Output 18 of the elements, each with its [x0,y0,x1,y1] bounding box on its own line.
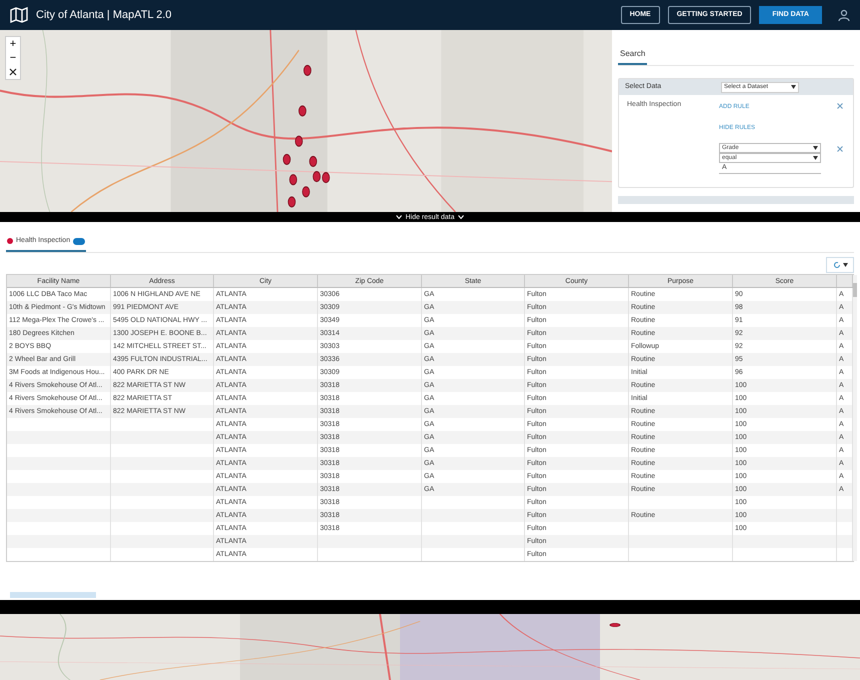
refresh-menu-button[interactable] [826,256,854,272]
app-title: City of Atlanta | MapATL 2.0 [36,8,172,23]
close-icon[interactable] [837,103,843,109]
close-icon[interactable] [837,146,843,152]
panel-tab[interactable]: Search [618,48,648,65]
caret-icon [813,156,818,160]
caret-icon [791,85,796,89]
chevron-icon [458,215,464,219]
user-icon[interactable] [838,9,850,21]
map-icon [10,7,28,23]
chevron-icon [396,215,402,219]
caret-icon [842,262,848,266]
count-badge [73,238,86,245]
refresh-icon [832,260,840,268]
zoom-in-button[interactable]: + [6,37,20,51]
caret-icon [813,146,818,150]
zoom-out-button[interactable]: − [6,51,20,65]
horizontal-scrollbar[interactable] [10,592,96,598]
